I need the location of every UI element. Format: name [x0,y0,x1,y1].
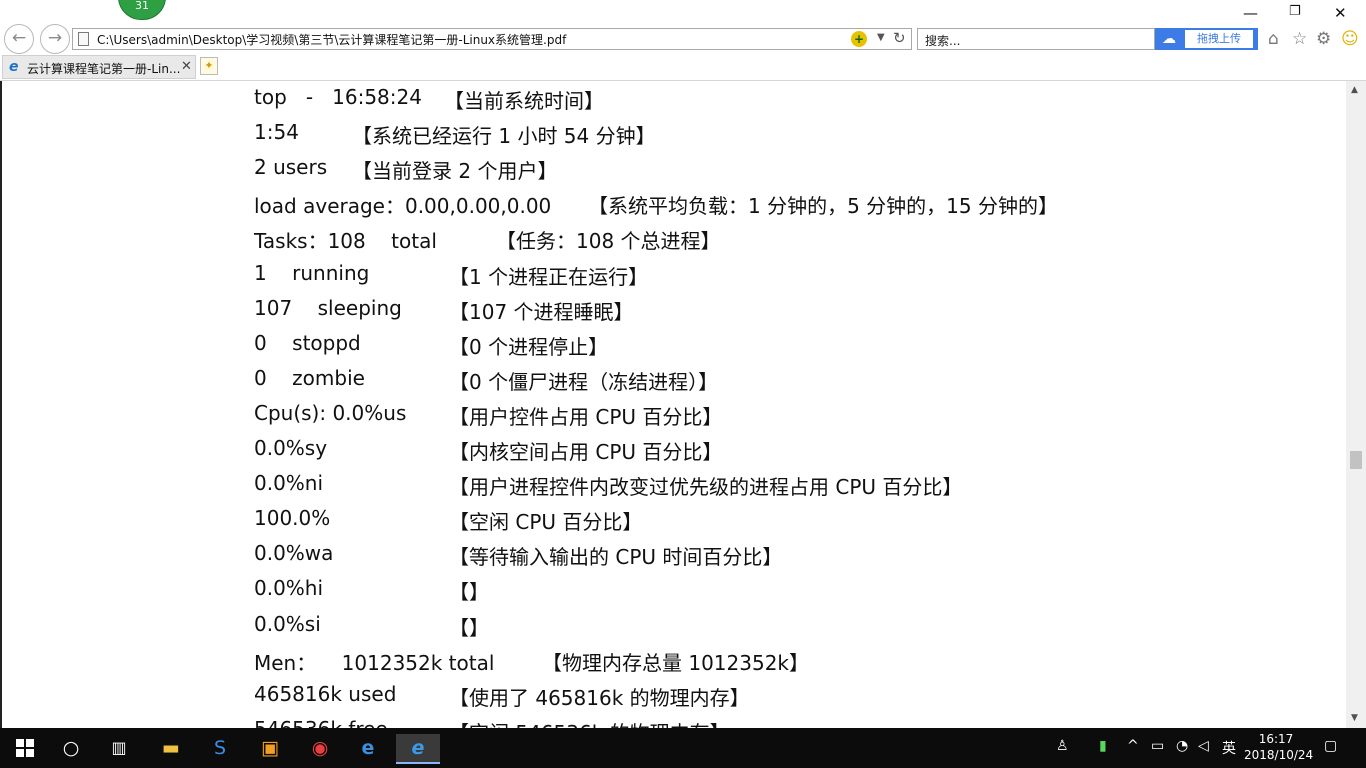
search-placeholder: 搜索... [925,34,961,48]
ie-icon: e [9,59,19,75]
doc-line-value: 0 stoppd [254,330,361,355]
doc-line-annotation: 【系统已经运行 1 小时 54 分钟】 [352,124,656,149]
edge-icon[interactable]: e [353,734,383,762]
upload-button[interactable]: 拖拽上传 [1185,30,1253,48]
doc-line-annotation: 【用户进程控件内改变过优先级的进程占用 CPU 百分比】 [449,475,963,500]
doc-line-annotation: 【使用了 465816k 的物理内存】 [449,685,750,710]
baidu-upload-widget[interactable]: ☁ 拖拽上传 [1155,28,1258,50]
doc-line-value: Cpu(s): 0.0%us [254,400,407,425]
doc-line-annotation: 【用户控件占用 CPU 百分比】 [449,404,723,429]
clock-date: 2018/10/24 [1244,748,1314,762]
tab-pdf-document[interactable]: e 云计算课程笔记第一册-Lin... ✕ [2,55,196,79]
app-windows-icon[interactable]: ▣ [255,734,285,762]
browser-toolbar: 31 ← → C:\Users\admin\Desktop\学习视频\第三节\云… [0,0,1366,54]
vertical-scrollbar[interactable]: ▲ ▼ [1346,81,1366,728]
pdf-viewer: top - 16:58:24 【当前系统时间】 1:54 【系统已经运行 1 小时 5… [0,81,1346,728]
doc-line-annotation: 【】 [449,580,489,605]
doc-line-value: 0 zombie [254,365,365,390]
new-tab-button[interactable]: ✦ [200,57,218,75]
forward-arrow-icon: → [47,28,63,48]
scroll-up-icon[interactable]: ▲ [1351,85,1358,95]
doc-line-value: load average：0.00,0.00,0.00 [254,194,552,219]
scroll-down-icon[interactable]: ▼ [1351,713,1358,723]
doc-line-value: 1:54 [254,120,299,145]
show-hidden-icons[interactable]: ^ [1127,738,1139,754]
doc-line-value: 546536k free [254,717,388,728]
doc-line-annotation: 【】 [449,615,489,640]
doc-line-value: 1 running [254,260,370,285]
doc-line-annotation: 【任务：108 个总进程】 [496,229,721,254]
doc-line-annotation: 【系统平均负载：1 分钟的，5 分钟的，15 分钟的】 [588,194,1058,219]
doc-line-value: 107 sleeping [254,295,402,320]
scroll-thumb[interactable] [1350,451,1362,469]
back-arrow-icon: ← [11,28,27,48]
doc-line-annotation: 【107 个进程睡眠】 [449,299,634,324]
close-window-icon[interactable]: ✕ [1334,4,1347,22]
clock[interactable]: 16:17 2018/10/24 [1244,731,1314,763]
left-edge [0,81,2,728]
battery-icon[interactable]: ▭ [1151,738,1164,754]
volume-icon[interactable]: ◁ [1198,738,1209,754]
favorites-star-icon[interactable]: ☆ [1292,29,1307,49]
doc-line-value: 0.0%sy [254,436,328,460]
doc-line-value: 2 users [254,155,328,180]
compatibility-icon[interactable]: + [851,31,867,47]
cortana-search-icon[interactable]: ○ [58,734,84,762]
home-icon[interactable]: ⌂ [1268,29,1279,49]
tab-close-icon[interactable]: ✕ [181,59,192,74]
page-icon [78,32,89,46]
doc-line-value: 465816k used [254,681,397,706]
doc-line-annotation: 【当前系统时间】 [444,89,604,113]
restore-icon[interactable]: ❐ [1289,4,1301,19]
doc-line-annotation: 【当前登录 2 个用户】 [352,159,558,184]
doc-line-annotation: 【内核空间占用 CPU 百分比】 [449,440,723,464]
doc-line-value: 0.0%hi [254,576,324,601]
cloud-icon: ☁ [1162,31,1176,47]
tab-bar: e 云计算课程笔记第一册-Lin... ✕ ✦ [0,54,1366,81]
task-view-icon[interactable]: ▥ [106,734,132,762]
tab-title: 云计算课程笔记第一册-Lin... [27,62,181,76]
smiley-feedback-icon[interactable]: ☺ [1341,29,1359,49]
doc-line-value: 0.0%wa [254,541,334,566]
doc-line-value: Men： 1012352k total [254,650,495,675]
people-icon[interactable]: ♙ [1056,738,1069,754]
notification-center-icon[interactable]: ▢ [1324,738,1337,754]
settings-gear-icon[interactable]: ⚙ [1316,29,1331,49]
doc-line-annotation: 【等待输入输出的 CPU 时间百分比】 [449,545,783,570]
doc-line-value: 100.0% [254,506,331,531]
address-dropdown-icon[interactable]: ▼ [877,32,885,43]
taskbar: ○ ▥ ▬ S ▣ ◉ e e ♙ ▮ ^ ▭ ◔ ◁ 英 16:17 2018… [0,728,1366,768]
back-button[interactable]: ← [4,24,34,54]
doc-line-annotation: 【空闲 546536k 的物理内存】 [449,717,730,728]
doc-line-annotation: 【1 个进程正在运行】 [449,264,649,289]
windows-start-icon[interactable] [12,734,38,762]
ime-indicator[interactable]: 英 [1222,738,1236,758]
battery-app-icon[interactable]: ▮ [1099,738,1107,754]
doc-line-value: top - 16:58:24 [254,85,422,109]
file-explorer-icon[interactable]: ▬ [156,734,186,762]
app-snail-icon[interactable]: ◉ [305,734,335,762]
doc-line-annotation: 【物理内存总量 1012352k】 [542,650,810,675]
app-s-icon[interactable]: S [205,734,235,762]
forward-button[interactable]: → [40,24,70,54]
doc-line-value: 0.0%ni [254,471,324,496]
doc-line-annotation: 【空闲 CPU 百分比】 [449,510,643,535]
doc-line-annotation: 【0 个僵尸进程（冻结进程）】 [449,369,719,394]
address-bar[interactable]: C:\Users\admin\Desktop\学习视频\第三节\云计算课程笔记第… [72,28,912,50]
clock-time: 16:17 [1258,732,1294,746]
doc-line-value: 0.0%si [254,611,321,636]
internet-explorer-icon[interactable]: e [396,734,440,764]
notification-badge[interactable]: 31 [118,0,166,20]
search-box[interactable]: 搜索... [917,28,1155,50]
refresh-icon[interactable]: ↻ [893,29,906,47]
minimize-icon[interactable]: — [1243,4,1258,22]
doc-line-value: Tasks：108 total [254,229,437,254]
address-text[interactable]: C:\Users\admin\Desktop\学习视频\第三节\云计算课程笔记第… [97,31,566,48]
wifi-icon[interactable]: ◔ [1176,738,1188,754]
doc-line-annotation: 【0 个进程停止】 [449,334,609,359]
